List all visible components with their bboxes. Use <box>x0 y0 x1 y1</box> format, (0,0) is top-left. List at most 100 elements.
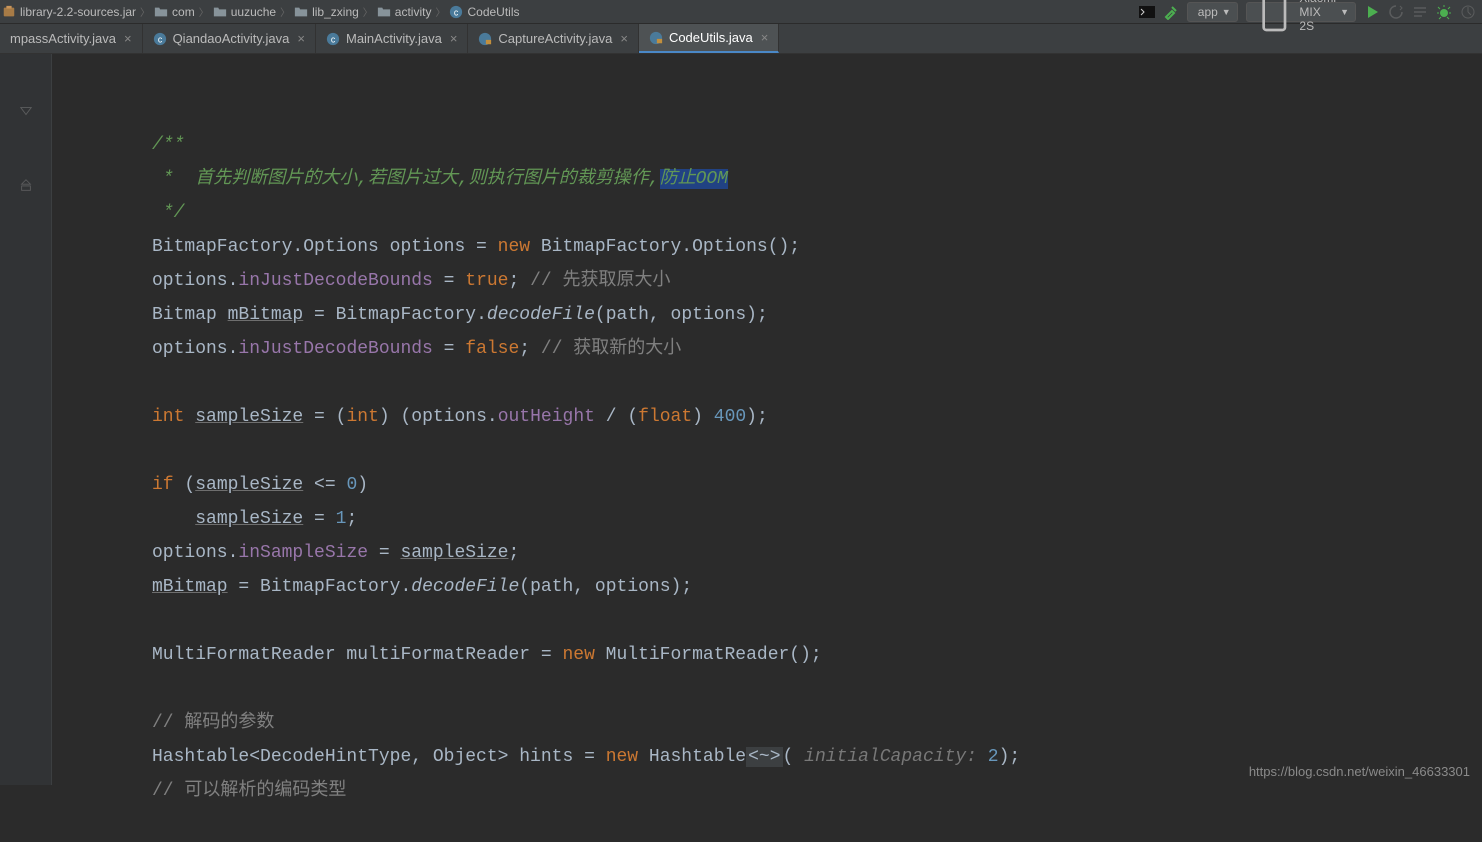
breadcrumb-sep: 〉 <box>280 4 290 19</box>
override-up-icon[interactable] <box>19 104 33 118</box>
code-text: ) <box>692 407 714 427</box>
code-text: = <box>303 509 335 529</box>
param-hint: initialCapacity: <box>793 747 987 767</box>
svg-text:c: c <box>157 34 162 44</box>
code-text: = <box>433 271 465 291</box>
folder-icon <box>294 5 308 19</box>
tab-label: CaptureActivity.java <box>498 31 612 46</box>
tab-label: CodeUtils.java <box>669 30 753 45</box>
code-text <box>184 407 195 427</box>
keyword: new <box>498 237 530 257</box>
code-text: options. <box>152 339 238 359</box>
code-text: (path, options); <box>595 305 768 325</box>
breadcrumb-label: library-2.2-sources.jar <box>20 5 136 19</box>
breadcrumb-item[interactable]: lib_zxing 〉 <box>294 4 373 19</box>
var: mBitmap <box>152 577 228 597</box>
svg-text:c: c <box>331 34 336 44</box>
close-icon[interactable]: × <box>761 30 769 45</box>
tab-label: QiandaoActivity.java <box>173 31 290 46</box>
breadcrumb-sep: 〉 <box>199 4 209 19</box>
close-icon[interactable]: × <box>124 31 132 46</box>
code-text: ; <box>508 543 519 563</box>
code-editor[interactable]: /** * 首先判断图片的大小,若图片过大,则执行图片的裁剪操作,防止OOM *… <box>52 54 1482 785</box>
close-icon[interactable]: × <box>620 31 628 46</box>
number: 400 <box>714 407 746 427</box>
number: 1 <box>336 509 347 529</box>
breadcrumb-label: CodeUtils <box>467 5 519 19</box>
tab-mainactivity[interactable]: c MainActivity.java × <box>316 24 468 53</box>
code-text: = ( <box>303 407 346 427</box>
tab-codeutils[interactable]: CodeUtils.java × <box>639 24 779 53</box>
breadcrumb-item[interactable]: com 〉 <box>154 4 209 19</box>
code-text: ( <box>783 747 794 767</box>
breadcrumb-item[interactable]: library-2.2-sources.jar 〉 <box>2 4 150 19</box>
hammer-icon[interactable] <box>1163 4 1179 20</box>
var: sampleSize <box>195 475 303 495</box>
doc-comment: /** <box>152 135 184 155</box>
code-text: ; <box>508 271 519 291</box>
method-call: decodeFile <box>487 305 595 325</box>
apply-changes-icon[interactable] <box>1388 4 1404 20</box>
breadcrumb-label: com <box>172 5 195 19</box>
code-text: options. <box>152 543 238 563</box>
code-text: ( <box>174 475 196 495</box>
field: outHeight <box>498 407 595 427</box>
terminal-icon[interactable] <box>1139 4 1155 20</box>
var: mBitmap <box>228 305 304 325</box>
top-toolbar: library-2.2-sources.jar 〉 com 〉 uuzuche … <box>0 0 1482 24</box>
profile-icon[interactable] <box>1460 4 1476 20</box>
override-down-icon[interactable] <box>19 178 33 192</box>
apply-code-changes-icon[interactable] <box>1412 4 1428 20</box>
code-text: ; <box>519 339 530 359</box>
var: sampleSize <box>400 543 508 563</box>
gutter[interactable] <box>0 54 52 785</box>
indent <box>152 509 195 529</box>
code-text: BitmapFactory.Options options = <box>152 237 498 257</box>
breadcrumb-sep: 〉 <box>363 4 373 19</box>
watermark: https://blog.csdn.net/weixin_46633301 <box>1249 764 1470 779</box>
run-icon[interactable] <box>1364 4 1380 20</box>
keyword: true <box>465 271 508 291</box>
run-config-label: app <box>1198 5 1218 19</box>
doc-comment-highlight: 防止OOM <box>660 169 728 189</box>
code-text: Hashtable <box>638 747 746 767</box>
tab-captureactivity[interactable]: CaptureActivity.java × <box>468 24 639 53</box>
number: 0 <box>346 475 357 495</box>
number: 2 <box>988 747 999 767</box>
debug-icon[interactable] <box>1436 4 1452 20</box>
breadcrumb-item[interactable]: activity 〉 <box>377 4 446 19</box>
code-text: = BitmapFactory. <box>228 577 412 597</box>
code-text: ) <box>357 475 368 495</box>
keyword: int <box>152 407 184 427</box>
field: inSampleSize <box>238 543 368 563</box>
editor-area: /** * 首先判断图片的大小,若图片过大,则执行图片的裁剪操作,防止OOM *… <box>0 54 1482 785</box>
close-icon[interactable]: × <box>450 31 458 46</box>
breadcrumbs: library-2.2-sources.jar 〉 com 〉 uuzuche … <box>2 4 1139 19</box>
code-text: ); <box>999 747 1021 767</box>
code-text: / ( <box>595 407 638 427</box>
keyword: new <box>606 747 638 767</box>
line-comment: // 可以解析的编码类型 <box>152 781 346 801</box>
breadcrumb-item[interactable]: c CodeUtils <box>449 5 519 19</box>
breadcrumb-label: activity <box>395 5 432 19</box>
breadcrumb-sep: 〉 <box>435 4 445 19</box>
tab-qiandaoactivity[interactable]: c QiandaoActivity.java × <box>143 24 316 53</box>
jar-icon <box>2 5 16 19</box>
close-icon[interactable]: × <box>297 31 305 46</box>
field: inJustDecodeBounds <box>238 271 432 291</box>
var: sampleSize <box>195 509 303 529</box>
tab-label: MainActivity.java <box>346 31 442 46</box>
keyword: false <box>465 339 519 359</box>
breadcrumb-sep: 〉 <box>140 4 150 19</box>
keyword: if <box>152 475 174 495</box>
tab-mpassactivity[interactable]: mpassActivity.java × <box>0 24 143 53</box>
run-config-dropdown[interactable]: app ▼ <box>1187 2 1238 22</box>
line-comment: // 获取新的大小 <box>530 339 681 359</box>
code-text: Bitmap <box>152 305 228 325</box>
code-text: Hashtable<DecodeHintType, Object> hints … <box>152 747 606 767</box>
class-icon: c <box>449 5 463 19</box>
folded-generic[interactable]: <~> <box>746 747 782 767</box>
breadcrumb-item[interactable]: uuzuche 〉 <box>213 4 290 19</box>
device-dropdown[interactable]: Xiaomi MIX 2S ▼ <box>1246 2 1356 22</box>
code-text: <= <box>303 475 346 495</box>
